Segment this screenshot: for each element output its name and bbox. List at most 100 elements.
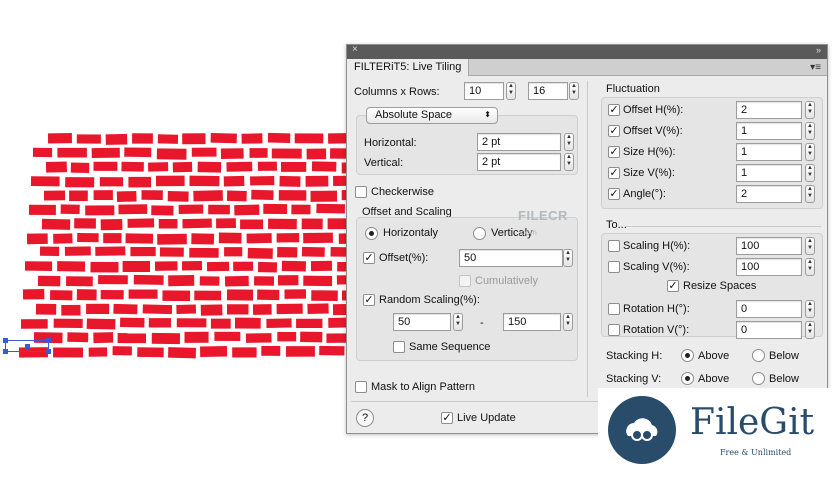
scaling-v-field[interactable]: 100: [736, 258, 802, 276]
brick-tile: [328, 317, 346, 328]
selection-bounding-box[interactable]: [3, 338, 51, 354]
angle-checkbox[interactable]: ✓: [608, 188, 620, 200]
same-sequence-checkbox[interactable]: [393, 341, 405, 353]
stacking-h-above-radio[interactable]: [681, 349, 694, 362]
live-tiling-panel: × » FILTERiT5: Live Tiling ▾≡ Columns x …: [346, 44, 828, 434]
stacking-h-above-label: Above: [698, 350, 730, 362]
brick-tile: [199, 276, 220, 286]
size-v-field[interactable]: 1: [736, 164, 802, 182]
rotation-h-stepper[interactable]: ▲ ▼: [805, 300, 815, 318]
brick-tile: [24, 261, 53, 271]
scaling-h-checkbox[interactable]: [608, 240, 620, 252]
checkerwise-checkbox[interactable]: [355, 186, 367, 198]
selection-handle[interactable]: [3, 349, 8, 354]
rotation-v-checkbox[interactable]: [608, 324, 620, 336]
offset-h-checkbox[interactable]: ✓: [608, 104, 620, 116]
offset-checkbox[interactable]: ✓: [363, 252, 375, 264]
rows-stepper[interactable]: ▲ ▼: [569, 82, 579, 100]
scaling-h-field[interactable]: 100: [736, 237, 802, 255]
rotation-v-stepper[interactable]: ▲ ▼: [805, 321, 815, 339]
vertical-spacing-stepper[interactable]: ▲ ▼: [564, 153, 574, 171]
size-h-label: Size H(%):: [623, 146, 676, 158]
offset-h-stepper[interactable]: ▲ ▼: [805, 101, 815, 119]
brick-tile: [257, 161, 277, 171]
size-h-field[interactable]: 1: [736, 143, 802, 161]
checkmark-icon: ✓: [609, 146, 619, 158]
brick-tile: [157, 134, 179, 144]
close-icon[interactable]: ×: [352, 44, 358, 55]
panel-menu-icon[interactable]: ▾≡: [810, 62, 821, 73]
random-max-field[interactable]: 150: [503, 313, 561, 331]
brick-tile: [338, 233, 346, 244]
brick-tile: [234, 204, 260, 216]
help-button[interactable]: ?: [356, 409, 374, 427]
random-min-stepper[interactable]: ▲ ▼: [453, 313, 463, 331]
random-min-field[interactable]: 50: [393, 313, 451, 331]
rotation-h-checkbox[interactable]: [608, 303, 620, 315]
angle-stepper[interactable]: ▲ ▼: [805, 185, 815, 203]
brick-tile: [65, 177, 95, 188]
offset-v-checkbox[interactable]: ✓: [608, 125, 620, 137]
live-update-checkbox[interactable]: ✓: [441, 412, 453, 424]
collapse-icon[interactable]: »: [816, 45, 821, 55]
rows-field[interactable]: 16: [528, 82, 568, 100]
selection-center-point[interactable]: [25, 344, 30, 349]
brick-tile: [279, 175, 301, 187]
checkmark-icon: ✓: [609, 167, 619, 179]
brick-tile: [252, 304, 272, 315]
brick-tile: [194, 290, 222, 301]
scaling-h-label: Scaling H(%):: [623, 240, 691, 252]
selection-handle[interactable]: [3, 338, 8, 343]
rotation-h-field[interactable]: 0: [736, 300, 802, 318]
selection-handle[interactable]: [46, 338, 51, 343]
brick-tile: [26, 233, 48, 245]
size-h-stepper[interactable]: ▲ ▼: [805, 143, 815, 161]
brick-tile: [159, 247, 184, 257]
rotation-v-field[interactable]: 0: [736, 321, 802, 339]
columns-stepper[interactable]: ▲ ▼: [506, 82, 516, 100]
offset-h-field[interactable]: 2: [736, 101, 802, 119]
scaling-v-stepper[interactable]: ▲ ▼: [805, 258, 815, 276]
brick-tile: [330, 148, 346, 159]
brick-tile: [311, 290, 338, 302]
size-h-checkbox[interactable]: ✓: [608, 146, 620, 158]
size-v-stepper[interactable]: ▲ ▼: [805, 164, 815, 182]
selection-handle[interactable]: [46, 349, 51, 354]
space-mode-select[interactable]: Absolute Space ⬍: [366, 107, 498, 124]
brick-tile: [41, 218, 71, 230]
panel-titlebar[interactable]: × »: [347, 44, 827, 59]
scaling-v-checkbox[interactable]: [608, 261, 620, 273]
random-max-stepper[interactable]: ▲ ▼: [563, 313, 573, 331]
random-scaling-checkbox[interactable]: ✓: [363, 294, 375, 306]
stacking-h-below-radio[interactable]: [752, 349, 765, 362]
tab-live-tiling[interactable]: FILTERiT5: Live Tiling: [347, 59, 470, 76]
horizontal-spacing-field[interactable]: 2 pt: [477, 133, 561, 151]
offset-v-stepper[interactable]: ▲ ▼: [805, 122, 815, 140]
columns-field[interactable]: 10: [464, 82, 504, 100]
resize-spaces-checkbox[interactable]: ✓: [667, 280, 679, 292]
brick-tile: [130, 246, 156, 257]
brick-tile: [133, 274, 164, 285]
brick-tile: [271, 148, 302, 159]
to-divider: [625, 226, 821, 227]
horizontal-spacing-stepper[interactable]: ▲ ▼: [564, 133, 574, 151]
brick-tile: [254, 276, 275, 286]
horizontaly-radio[interactable]: [365, 227, 378, 240]
scaling-h-stepper[interactable]: ▲ ▼: [805, 237, 815, 255]
brick-tile: [35, 303, 57, 315]
brick-tile: [93, 190, 113, 201]
brick-tile: [76, 134, 101, 144]
mask-align-checkbox[interactable]: [355, 381, 367, 393]
verticaly-radio[interactable]: [473, 227, 486, 240]
offset-v-field[interactable]: 1: [736, 122, 802, 140]
stacking-v-below-radio[interactable]: [752, 372, 765, 385]
size-v-checkbox[interactable]: ✓: [608, 167, 620, 179]
angle-field[interactable]: 2: [736, 185, 802, 203]
brick-tile: [178, 204, 204, 215]
cumulatively-checkbox[interactable]: [459, 275, 471, 287]
offset-field[interactable]: 50: [459, 249, 563, 267]
stacking-v-above-radio[interactable]: [681, 372, 694, 385]
resize-spaces-label: Resize Spaces: [683, 280, 757, 292]
vertical-spacing-field[interactable]: 2 pt: [477, 153, 561, 171]
offset-stepper[interactable]: ▲ ▼: [563, 249, 573, 267]
